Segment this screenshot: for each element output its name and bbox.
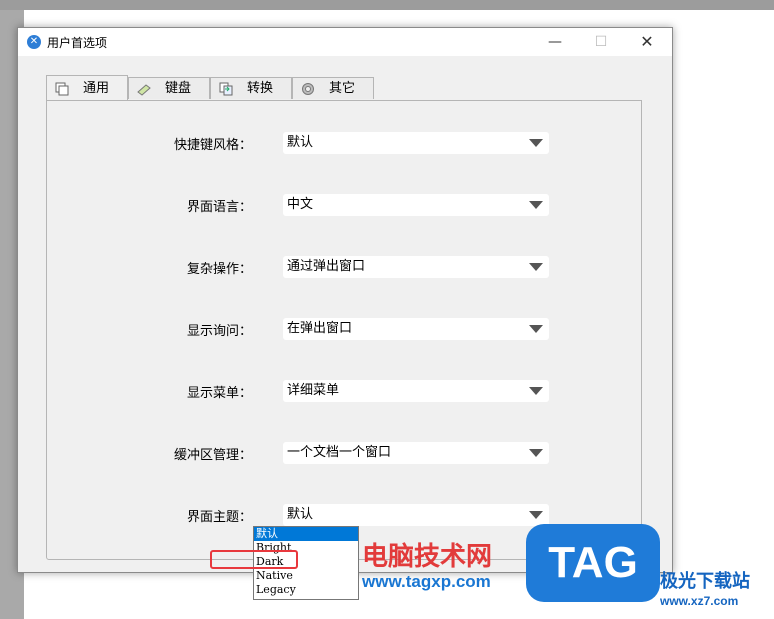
show-menu-label: 显示菜单： [186,386,252,401]
title-bar[interactable]: ✕ 用户首选项 — ☐ ✕ [18,28,672,56]
window-title: 用户首选项 [47,36,108,50]
buffer-management-label: 缓冲区管理： [173,448,252,463]
buffer-management-select[interactable]: 一个文档一个窗口 [283,442,549,464]
shortcut-style-select[interactable]: 默认 [283,132,549,154]
chevron-down-icon [529,201,543,209]
maximize-button[interactable]: ☐ [578,28,624,56]
complex-operation-select[interactable]: 通过弹出窗口 [283,256,549,278]
preferences-dialog: ✕ 用户首选项 — ☐ ✕ 通用 键盘 转换 其它 快捷键风格： 默认 界面语言… [17,27,673,573]
tab-label: 通用 [83,81,110,96]
watermark-url: www.tagxp.com [362,572,491,591]
general-settings-panel: 快捷键风格： 默认 界面语言： 中文 复杂操作： 通过弹出窗口 显示询问： 在弹… [46,100,642,560]
close-button[interactable]: ✕ [624,28,670,56]
show-prompt-label: 显示询问： [186,324,252,339]
ui-language-label: 界面语言： [186,200,252,215]
tab-general[interactable]: 通用 [46,75,128,100]
tab-convert[interactable]: 转换 [210,77,292,99]
selected-value: 详细菜单 [287,383,340,398]
watermark-title: 电脑技术网 [362,541,493,571]
chevron-down-icon [529,449,543,457]
theme-option-native[interactable]: Native [254,569,358,583]
chevron-down-icon [529,139,543,147]
selected-value: 在弹出窗口 [287,321,353,336]
chevron-down-icon [529,325,543,333]
theme-option-legacy[interactable]: Legacy [254,583,358,597]
watermark-tag-logo: TAG [526,524,660,602]
watermark-site-url: www.xz7.com [660,594,739,608]
ui-language-select[interactable]: 中文 [283,194,549,216]
ui-theme-label: 界面主题： [186,510,252,525]
minimize-button[interactable]: — [532,28,578,56]
complex-operation-label: 复杂操作： [186,262,252,277]
convert-icon [219,82,233,96]
tab-label: 其它 [329,81,356,96]
theme-option-default[interactable]: 默认 [254,527,358,541]
selected-value: 默认 [287,507,314,522]
background-top-bar [0,0,774,10]
show-menu-select[interactable]: 详细菜单 [283,380,549,402]
chevron-down-icon [529,511,543,519]
gear-icon [302,83,314,95]
watermark-site-name: 极光下载站 [660,571,750,591]
tab-other[interactable]: 其它 [292,77,374,99]
window-icon [55,82,69,96]
highlight-box [210,550,298,569]
tab-label: 转换 [247,81,274,96]
selected-value: 通过弹出窗口 [287,259,366,274]
chevron-down-icon [529,263,543,271]
selected-value: 默认 [287,135,314,150]
shortcut-style-label: 快捷键风格： [173,138,252,153]
selected-value: 一个文档一个窗口 [287,445,392,460]
tab-keyboard[interactable]: 键盘 [128,77,210,99]
tab-label: 键盘 [165,81,192,96]
keyboard-icon [137,84,151,96]
chevron-down-icon [529,387,543,395]
selected-value: 中文 [287,197,314,212]
app-logo-icon: ✕ [27,35,41,49]
show-prompt-select[interactable]: 在弹出窗口 [283,318,549,340]
ui-theme-select[interactable]: 默认 [283,504,549,526]
